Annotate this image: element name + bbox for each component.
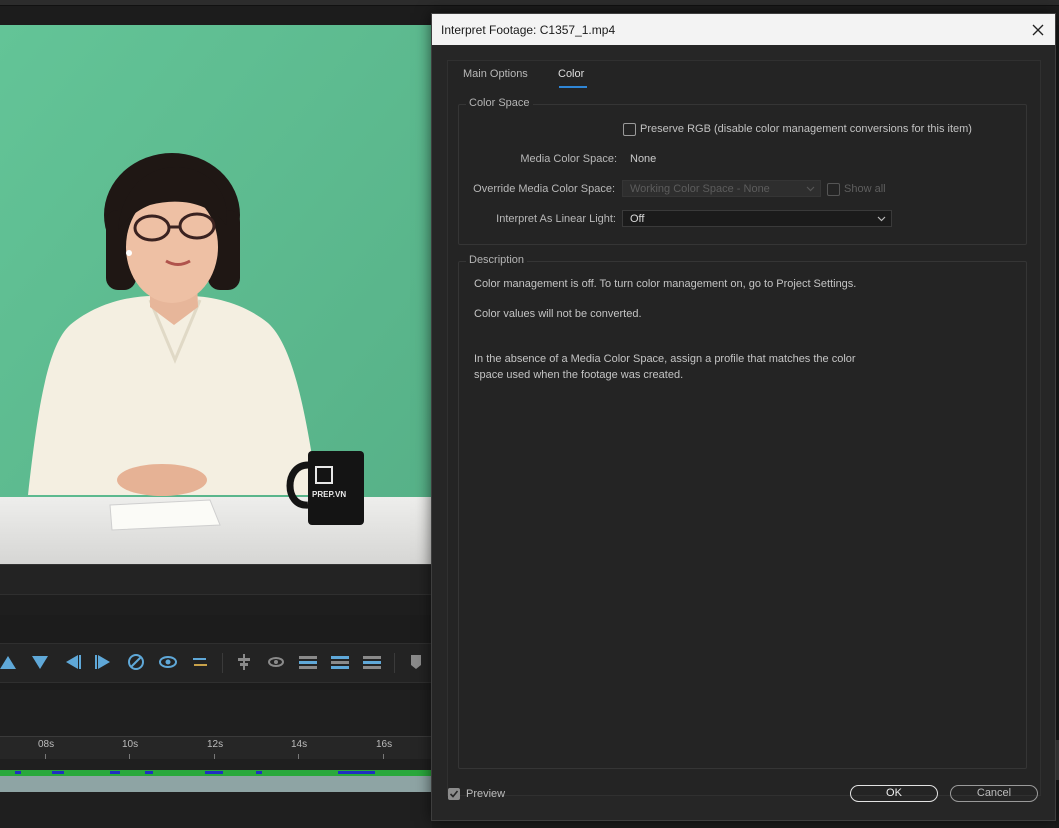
viewer-status-bar (0, 594, 432, 615)
media-color-space-value: None (630, 153, 657, 165)
view-layer-icon[interactable] (266, 652, 286, 672)
track-segment (338, 771, 375, 774)
track-segment (15, 771, 21, 774)
track-segment (145, 771, 153, 774)
interpret-linear-light-select[interactable]: Off (622, 210, 892, 227)
footage-frame: PREP.VN (0, 25, 432, 564)
lift-icon[interactable] (298, 652, 318, 672)
preview-checkbox[interactable] (448, 788, 460, 800)
ruler-label: 16s (376, 739, 393, 750)
chevron-down-icon (806, 186, 815, 192)
active-tab-indicator (559, 86, 587, 88)
ruler-tick (298, 754, 299, 759)
dialog-title: Interpret Footage: C1357_1.mp4 (441, 23, 616, 37)
ruler-tick (45, 754, 46, 759)
description-line: Color management is off. To turn color m… (474, 278, 857, 290)
ruler-label: 10s (122, 739, 139, 750)
track-segment (52, 771, 64, 774)
ruler-label: 14s (291, 739, 308, 750)
viewer-controls-bar (0, 564, 432, 595)
track-render-bar (0, 770, 432, 776)
extract-icon[interactable] (330, 652, 350, 672)
track-segment (205, 771, 223, 774)
mug-brand-text: PREP.VN (312, 490, 346, 499)
tab-color[interactable]: Color (558, 68, 584, 80)
close-button[interactable] (1021, 14, 1055, 45)
interpret-linear-light-value: Off (630, 213, 645, 225)
chevron-down-icon (877, 216, 886, 222)
timeline-toolbar (0, 643, 432, 683)
dialog-titlebar[interactable]: Interpret Footage: C1357_1.mp4 (432, 14, 1055, 45)
cancel-button[interactable]: Cancel (950, 785, 1038, 802)
interpret-linear-light-label: Interpret As Linear Light: (496, 213, 616, 225)
show-all-checkbox[interactable] (827, 183, 840, 196)
toolbar-divider (394, 653, 395, 673)
align-icon[interactable] (234, 652, 254, 672)
track-segment (110, 771, 120, 774)
ok-button[interactable]: OK (850, 785, 938, 802)
tab-panel: Main Options Color Color Space Preserve … (447, 60, 1041, 796)
previous-keyframe-icon[interactable] (62, 652, 82, 672)
color-space-group: Color Space Preserve RGB (disable color … (458, 97, 1027, 245)
composition-viewer[interactable]: PREP.VN (0, 25, 432, 564)
swap-icon[interactable] (190, 652, 210, 672)
override-media-color-space-value: Working Color Space - None (630, 183, 770, 195)
ruler-label: 08s (38, 739, 55, 750)
track-segment (256, 771, 262, 774)
marker-icon[interactable] (406, 652, 426, 672)
checkmark-icon (449, 790, 459, 798)
show-all-label: Show all (844, 183, 886, 195)
media-color-space-label: Media Color Space: (520, 153, 617, 165)
time-ruler[interactable]: 08s 10s 12s 14s 16s (0, 736, 432, 759)
override-media-color-space-select[interactable]: Working Color Space - None (622, 180, 821, 197)
ruler-tick (383, 754, 384, 759)
description-line: In the absence of a Media Color Space, a… (474, 353, 856, 365)
description-group: Description Color management is off. To … (458, 254, 1027, 769)
tab-main-options[interactable]: Main Options (463, 68, 528, 80)
description-line: Color values will not be converted. (474, 308, 642, 320)
eye-icon[interactable] (158, 652, 178, 672)
ruler-tick (129, 754, 130, 759)
close-icon (1032, 24, 1044, 35)
draft-3d-icon[interactable] (126, 652, 146, 672)
preview-label: Preview (466, 788, 506, 800)
ruler-label: 12s (207, 739, 224, 750)
preserve-rgb-checkbox[interactable] (623, 123, 636, 136)
interpret-footage-dialog: Interpret Footage: C1357_1.mp4 Main Opti… (431, 13, 1056, 821)
color-space-legend: Color Space (466, 97, 533, 109)
override-media-color-space-label: Override Media Color Space: (473, 183, 615, 195)
ruler-tick (214, 754, 215, 759)
triangle-down-icon[interactable] (30, 652, 50, 672)
timeline-panel (0, 690, 432, 828)
description-line: space used when the footage was created. (474, 369, 684, 381)
toolbar-divider (222, 653, 223, 673)
triangle-up-icon[interactable] (0, 652, 18, 672)
insert-icon[interactable] (362, 652, 382, 672)
description-legend: Description (466, 254, 528, 266)
preserve-rgb-label: Preserve RGB (disable color management c… (640, 123, 972, 135)
next-keyframe-icon[interactable] (94, 652, 114, 672)
app-top-bar (0, 0, 1059, 6)
